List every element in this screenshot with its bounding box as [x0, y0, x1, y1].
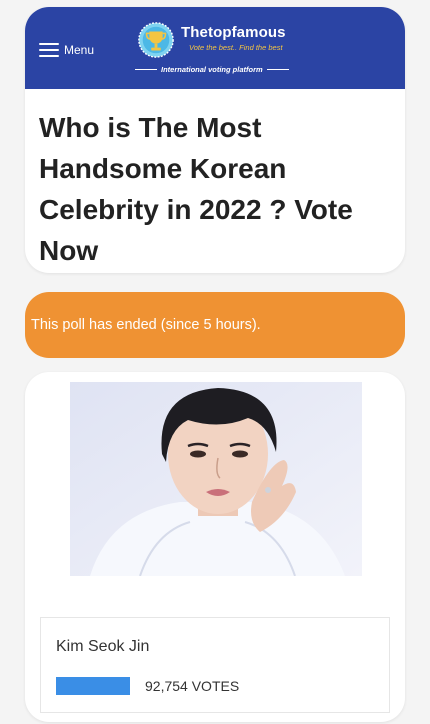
poll-header-card: Menu Thetopfamous Vote the best.. Find t…	[25, 7, 405, 273]
candidate-name[interactable]: Kim Seok Jin	[56, 638, 149, 656]
divider-line	[135, 69, 157, 70]
brand-tagline: Vote the best.. Find the best	[189, 43, 283, 52]
candidate-photo[interactable]	[70, 382, 362, 576]
hamburger-icon	[39, 42, 59, 58]
brand-subtitle: International voting platform	[135, 65, 295, 74]
vote-count: 92,754 VOTES	[145, 678, 240, 694]
candidate-info: Kim Seok Jin 92,754 VOTES	[40, 617, 390, 713]
menu-button[interactable]: Menu	[39, 40, 94, 60]
divider-line	[266, 69, 289, 70]
poll-status-banner: This poll has ended (since 5 hours).	[25, 292, 405, 358]
menu-label: Menu	[64, 43, 95, 57]
vote-progress-bar	[56, 677, 130, 695]
poll-title: Who is The Most Handsome Korean Celebrit…	[39, 112, 353, 266]
candidate-card[interactable]: Kim Seok Jin 92,754 VOTES	[25, 372, 405, 722]
page: Menu Thetopfamous Vote the best.. Find t…	[0, 0, 430, 724]
brand-name[interactable]: Thetopfamous	[181, 24, 286, 41]
vote-progress-fill	[56, 677, 130, 695]
trophy-icon[interactable]	[137, 21, 175, 59]
site-header: Menu Thetopfamous Vote the best.. Find t…	[25, 7, 405, 89]
brand-subtitle-text: International voting platform	[161, 65, 263, 74]
poll-status-text: This poll has ended (since 5 hours).	[31, 317, 261, 333]
